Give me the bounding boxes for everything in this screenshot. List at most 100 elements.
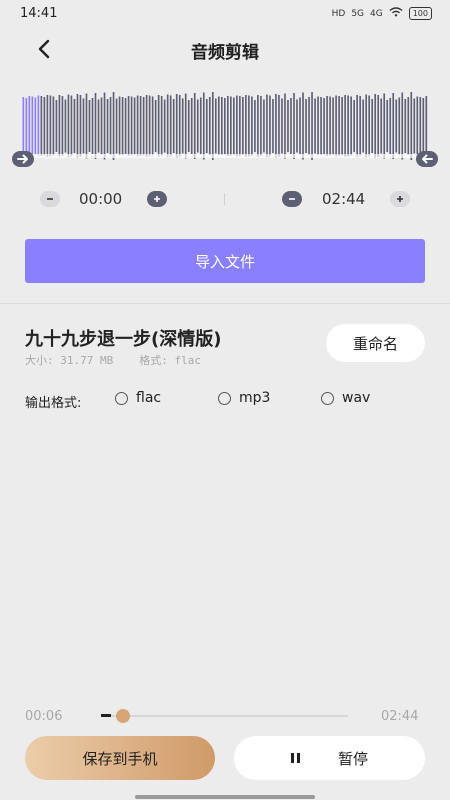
waveform-bar [341,97,343,155]
waveform-bar [422,98,425,154]
import-file-button[interactable]: 导入文件 [25,239,425,283]
format-option-wav[interactable]: wav [321,390,370,406]
waveform-bar [344,95,346,157]
waveform-bar [311,92,313,160]
waveform-bar [106,99,109,153]
waveform-bar [242,97,244,155]
waveform-bar [55,100,58,152]
waveform-bar [293,93,295,159]
waveform-bar [85,93,88,159]
trim-start-handle[interactable] [12,151,34,167]
waveform-bar [413,98,416,154]
waveform-bar [335,95,337,157]
plus-icon [154,196,160,202]
waveform-bar [266,94,268,158]
format-option-label: mp3 [239,390,271,406]
format-option-mp3[interactable]: mp3 [218,390,270,406]
waveform-baseline [22,154,428,158]
waveform-bar [239,96,241,156]
waveform-bar [401,92,404,160]
minus-icon [47,198,53,200]
waveform-bar [73,99,76,153]
waveform-bar [43,97,46,155]
progress-thumb[interactable] [115,709,130,723]
waveform-bar [34,97,37,155]
waveform-bar [320,97,322,155]
format-option-flac[interactable]: flac [115,390,161,406]
waveform-bar [416,96,419,156]
progress-track[interactable] [101,715,348,717]
waveform-bar [157,95,160,157]
waveform-bar [142,97,145,155]
file-meta: 大小: 31.77 MB 格式: flac [25,352,201,368]
file-format: 格式: flac [139,354,201,367]
waveform-bar [76,94,79,158]
waveform-bar [278,95,280,157]
waveform-bar [64,99,67,153]
waveform-bar [148,95,151,157]
start-minus-button[interactable] [40,191,60,207]
waveform-bar [302,92,304,160]
hd-indicator: HD [331,8,346,19]
start-plus-button[interactable] [147,191,167,207]
waveform-bar [257,95,259,157]
waveform-bar [398,97,401,155]
format-option-label: flac [136,390,162,406]
waveform-bar [109,97,112,155]
waveform-bar [61,96,64,156]
waveform-bar [368,95,370,157]
rename-button[interactable]: 重命名 [326,324,425,362]
waveform-bar [220,97,223,155]
waveform-bar [404,99,407,153]
waveform-bar [248,95,250,157]
pause-label: 暂停 [337,749,368,768]
waveform-bar [67,94,70,158]
waveform-bar [287,100,289,152]
waveform-bar [365,94,367,158]
waveform-bar [353,100,355,152]
total-time: 02:44 [381,709,419,724]
radio-circle-icon [115,391,128,405]
waveform[interactable] [22,86,428,160]
waveform-bar [112,92,115,160]
file-name: 九十九步退一步(深情版) [25,329,222,350]
waveform-bar [46,95,49,157]
save-to-phone-button[interactable]: 保存到手机 [25,736,215,780]
waveform-bar [196,99,199,153]
network-4g-indicator: 4G [370,8,383,19]
end-minus-button[interactable] [282,191,302,207]
waveform-bar [356,95,358,157]
waveform-bar [94,93,97,159]
section-divider [0,303,450,304]
home-indicator [135,795,315,799]
waveform-bar [383,93,386,159]
waveform-bar [296,99,298,153]
waveform-bar [371,99,374,153]
waveform-bar [70,95,73,157]
waveform-bar [154,100,157,152]
waveform-bar [163,99,166,153]
waveform-bar [347,95,349,157]
waveform-bar [103,92,106,160]
waveform-bar [139,96,142,156]
trim-end-handle[interactable] [416,151,438,167]
waveform-bar [28,96,31,156]
waveform-bar [380,98,383,154]
waveform-bar [281,98,283,154]
status-time: 14:41 [20,6,58,21]
status-bar: 14:41 HD 5G 4G 100 [0,0,450,30]
waveform-bar [97,99,100,153]
waveform-bar [233,97,235,155]
pause-button[interactable]: 暂停 [234,736,425,780]
end-plus-button[interactable] [390,191,410,207]
waveform-bar [214,98,217,154]
waveform-bar [79,95,82,157]
radio-circle-icon [218,391,231,405]
waveform-bar [175,94,178,158]
waveform-bar [187,100,190,152]
waveform-bar [392,93,395,159]
waveform-bar [172,99,175,153]
waveform-bar [362,99,364,153]
waveform-bar [254,100,256,152]
waveform-bar [91,98,94,154]
